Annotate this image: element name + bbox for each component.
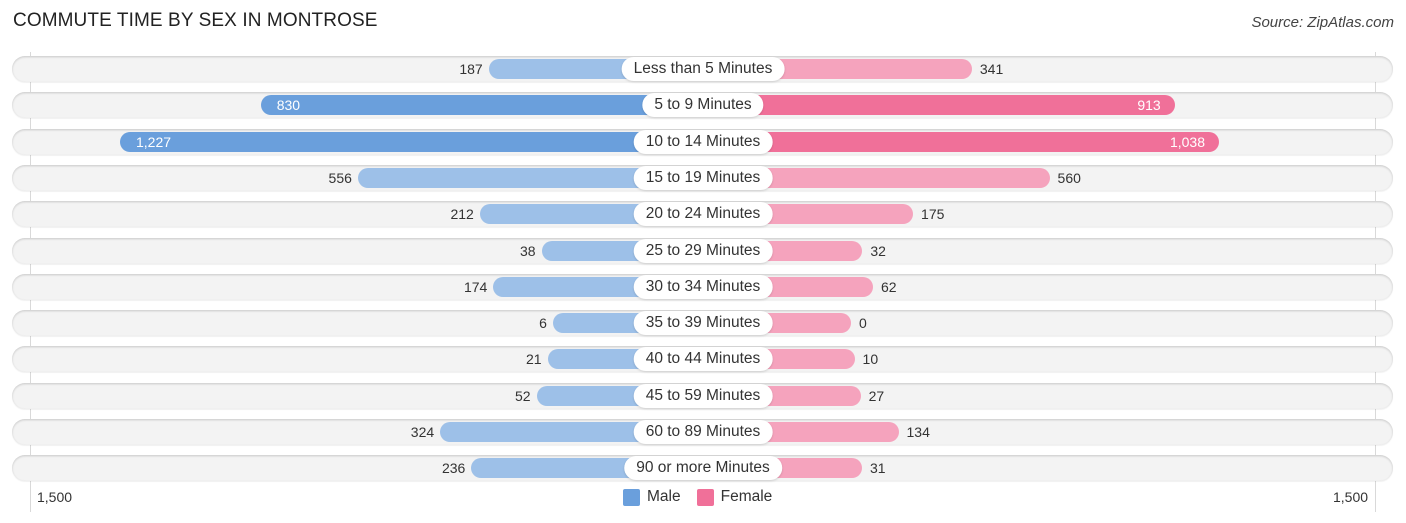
- axis-label-right: 1,500: [1333, 489, 1369, 505]
- value-label-male: 174: [463, 279, 488, 295]
- value-label-female: 175: [921, 206, 945, 222]
- category-label: 35 to 39 Minutes: [633, 311, 773, 335]
- source-credit: Source: ZipAtlas.com: [1251, 14, 1394, 31]
- bar-male[interactable]: [120, 132, 703, 152]
- value-label-female: 62: [880, 279, 897, 295]
- value-label-female: 1,038: [1169, 134, 1205, 150]
- value-label-male: 6: [539, 315, 547, 331]
- value-label-male: 212: [450, 206, 474, 222]
- category-label: 30 to 34 Minutes: [633, 275, 773, 299]
- legend-item-male[interactable]: Male: [623, 488, 681, 506]
- legend-item-female[interactable]: Female: [696, 488, 773, 506]
- category-label: 15 to 19 Minutes: [633, 166, 773, 190]
- value-label-female: 31: [869, 460, 886, 476]
- value-label-female: 341: [979, 61, 1004, 77]
- value-label-female: 27: [868, 388, 885, 404]
- chart-title: COMMUTE TIME BY SEX IN MONTROSE: [13, 10, 378, 31]
- axis-label-left: 1,500: [37, 489, 73, 505]
- value-label-female: 32: [870, 243, 886, 259]
- bar-male[interactable]: [260, 95, 703, 115]
- bar-female[interactable]: [703, 132, 1219, 152]
- legend-label-male: Male: [647, 488, 681, 505]
- category-label: 60 to 89 Minutes: [633, 420, 773, 444]
- value-label-male: 187: [459, 61, 483, 77]
- value-label-male: 556: [328, 170, 352, 186]
- value-label-male: 236: [441, 460, 466, 476]
- value-label-female: 913: [1137, 97, 1161, 113]
- value-label-female: 0: [859, 315, 867, 331]
- value-label-female: 560: [1057, 170, 1081, 186]
- category-label: Less than 5 Minutes: [621, 57, 785, 81]
- legend: Male Female: [623, 488, 788, 506]
- category-label: 90 or more Minutes: [624, 456, 782, 480]
- value-label-male: 1,227: [136, 134, 172, 150]
- value-label-male: 324: [410, 424, 435, 440]
- category-label: 25 to 29 Minutes: [633, 239, 773, 263]
- category-label: 20 to 24 Minutes: [633, 202, 773, 226]
- category-label: 5 to 9 Minutes: [642, 93, 764, 117]
- legend-swatch-female: [696, 488, 714, 506]
- category-label: 40 to 44 Minutes: [633, 347, 773, 371]
- legend-label-female: Female: [720, 488, 773, 505]
- value-label-male: 21: [525, 351, 542, 367]
- category-label: 45 to 59 Minutes: [633, 384, 773, 408]
- value-label-male: 830: [276, 97, 301, 113]
- value-label-female: 10: [862, 351, 879, 367]
- value-label-male: 52: [515, 388, 531, 404]
- legend-swatch-male: [623, 488, 640, 506]
- bar-female[interactable]: [703, 95, 1175, 115]
- value-label-male: 38: [519, 243, 536, 259]
- category-label: 10 to 14 Minutes: [633, 130, 773, 154]
- value-label-female: 134: [906, 424, 930, 440]
